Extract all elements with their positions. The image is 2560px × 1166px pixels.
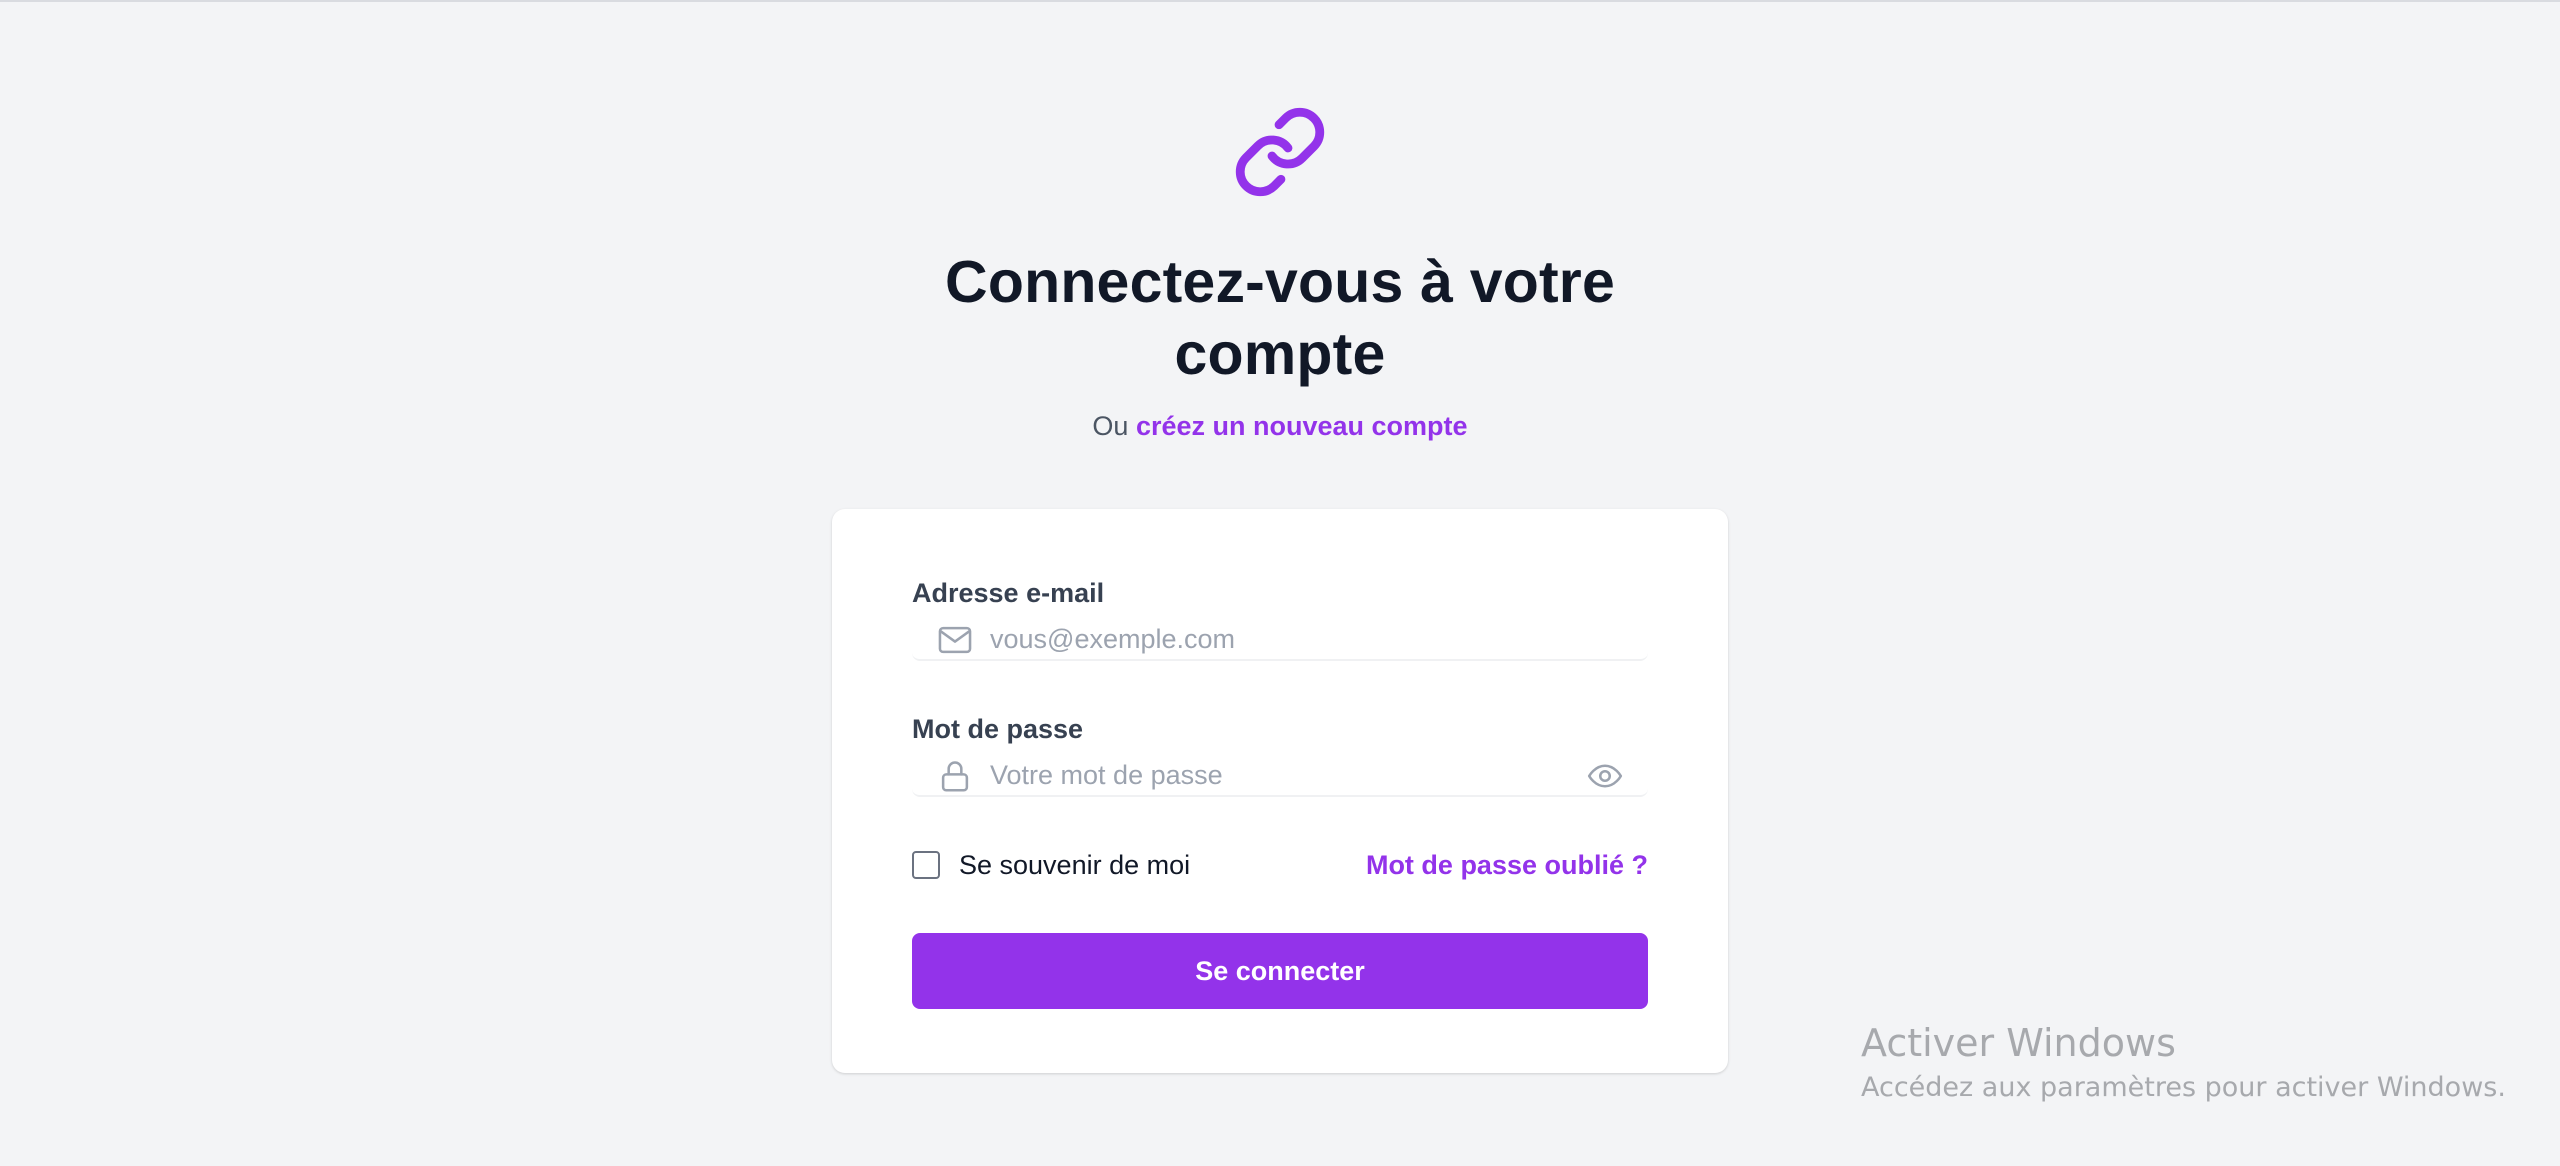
login-button[interactable]: Se connecter — [912, 933, 1648, 1009]
create-account-link[interactable]: créez un nouveau compte — [1136, 411, 1468, 441]
subtitle-prefix: Ou — [1092, 411, 1129, 441]
lock-icon — [936, 757, 974, 795]
email-field-wrapper — [912, 619, 1648, 661]
remember-label: Se souvenir de moi — [959, 849, 1191, 880]
login-card: Adresse e-mail Mot de passe Se souve — [832, 509, 1728, 1073]
password-field-wrapper — [912, 755, 1648, 797]
watermark-subtitle: Accédez aux paramètres pour activer Wind… — [1861, 1072, 2506, 1103]
subtitle: Ou créez un nouveau compte — [880, 406, 1680, 446]
email-field[interactable] — [990, 619, 1550, 659]
password-label: Mot de passe — [912, 714, 1084, 744]
top-border — [0, 0, 2560, 2]
remember-checkbox[interactable] — [912, 851, 940, 879]
watermark-title: Activer Windows — [1861, 1021, 2176, 1065]
page-title: Connectez-vous à votre compte — [945, 249, 1615, 387]
password-field[interactable] — [990, 755, 1550, 795]
eye-icon[interactable] — [1586, 757, 1624, 795]
windows-activation-watermark: Activer Windows Accédez aux paramètres p… — [1861, 1018, 2506, 1106]
link-icon — [1232, 104, 1328, 200]
remember-me: Se souvenir de moi — [912, 847, 1190, 883]
mail-icon — [936, 621, 974, 659]
forgot-password-link[interactable]: Mot de passe oublié ? — [1366, 847, 1648, 883]
email-label: Adresse e-mail — [912, 578, 1105, 608]
